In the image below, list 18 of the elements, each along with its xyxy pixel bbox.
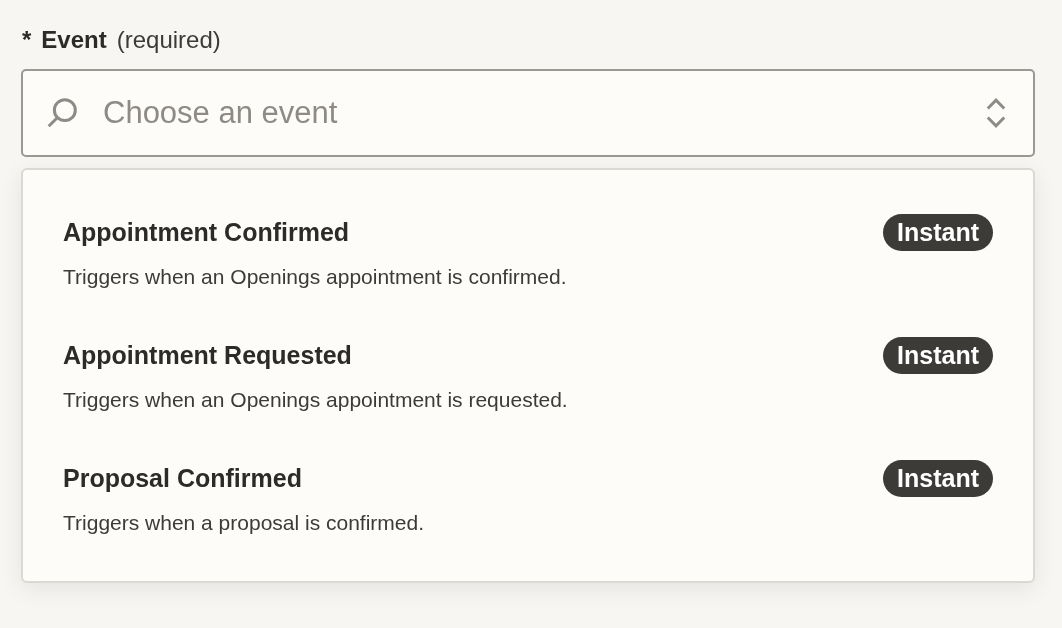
chevron-up-down-icon: [985, 96, 1007, 130]
event-option[interactable]: Proposal Confirmed Instant Triggers when a proposal is confirmed.: [23, 436, 1033, 559]
field-hint: (required): [116, 26, 221, 54]
required-mark: *: [22, 26, 32, 54]
instant-badge: Instant: [883, 337, 993, 374]
field-label: Event: [41, 26, 107, 54]
instant-badge: Instant: [883, 214, 993, 251]
search-input[interactable]: Choose an event: [103, 95, 963, 131]
event-select-field[interactable]: Choose an event: [21, 69, 1035, 157]
option-title: Appointment Requested: [63, 341, 352, 370]
option-description: Triggers when a proposal is confirmed.: [63, 511, 426, 535]
option-description: Triggers when an Openings appointment is requested.: [63, 388, 569, 412]
option-title: Appointment Confirmed: [63, 218, 350, 247]
instant-badge: Instant: [883, 460, 993, 497]
option-description: Triggers when an Openings appointment is confirmed.: [63, 265, 568, 289]
option-title: Proposal Confirmed: [63, 464, 302, 493]
event-option[interactable]: Appointment Confirmed Instant Triggers when an Openings appointment is confirmed.: [23, 190, 1033, 313]
event-option[interactable]: Appointment Requested Instant Triggers when an Openings appointment is requested.: [23, 313, 1033, 436]
